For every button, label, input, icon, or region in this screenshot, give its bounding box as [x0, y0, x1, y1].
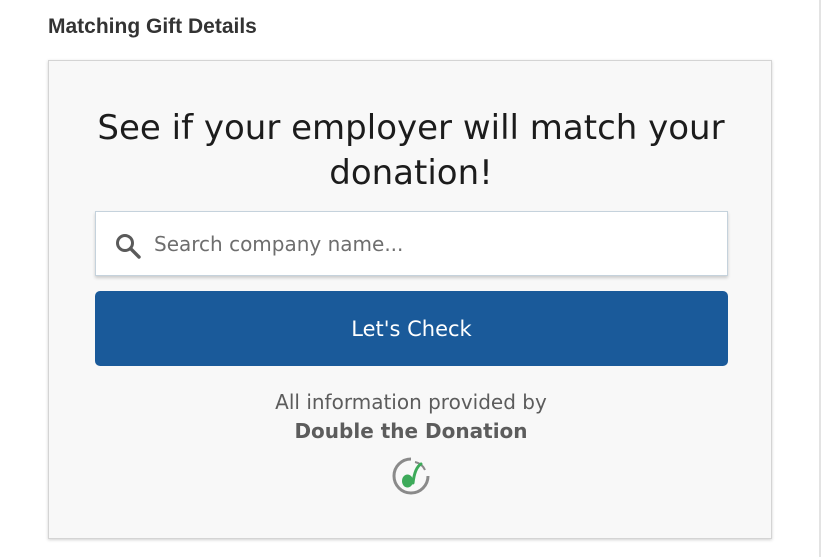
- company-search-box[interactable]: [95, 211, 728, 276]
- double-the-donation-logo-icon[interactable]: [391, 456, 431, 496]
- matching-gift-widget: See if your employer will match your don…: [48, 60, 772, 539]
- company-search-input[interactable]: [154, 222, 714, 266]
- section-heading: Matching Gift Details: [48, 15, 257, 38]
- page-edge-divider: [819, 0, 821, 557]
- widget-headline: See if your employer will match your don…: [97, 108, 725, 193]
- attribution-brand-name: Double the Donation: [294, 419, 528, 443]
- search-icon: [116, 234, 141, 259]
- lets-check-button[interactable]: Let's Check: [95, 291, 728, 366]
- attribution: All information provided by Double the D…: [49, 388, 773, 446]
- attribution-text: All information provided by: [275, 390, 547, 414]
